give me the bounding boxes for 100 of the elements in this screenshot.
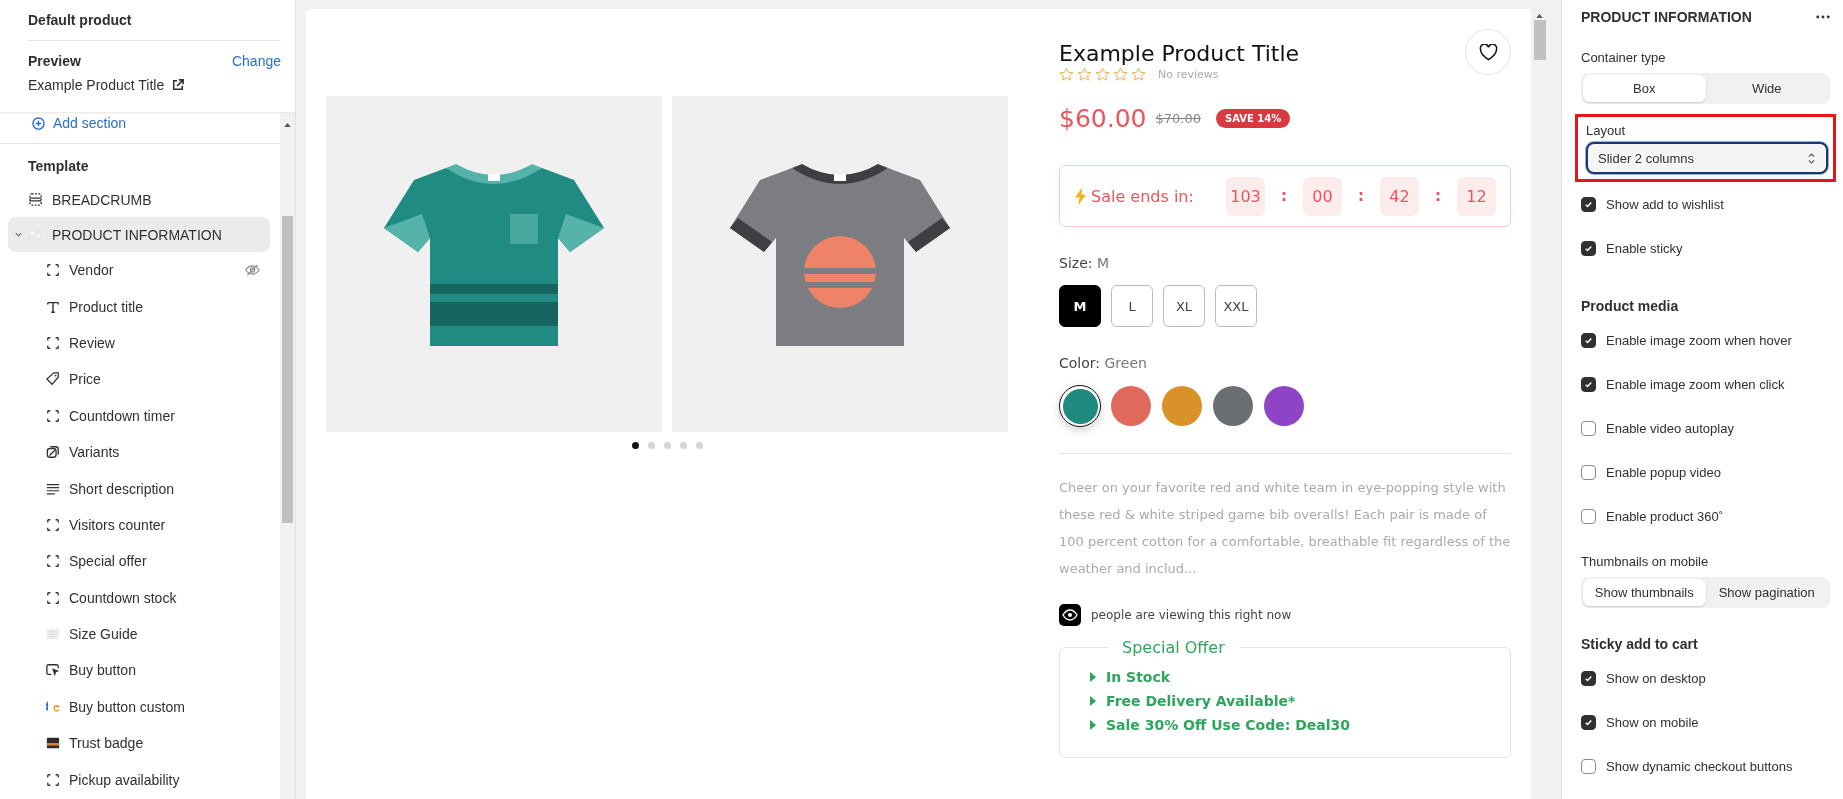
checkbox[interactable] <box>1581 670 1596 686</box>
size-label: Size: M <box>1059 255 1109 271</box>
special-offer-title: Special Offer <box>1121 638 1226 657</box>
segment-option[interactable]: Show pagination <box>1705 579 1828 606</box>
checkbox[interactable] <box>1581 508 1596 524</box>
color-label: Color: Green <box>1059 355 1147 371</box>
viewers-text: people are viewing this right now <box>1091 608 1292 622</box>
color-swatch[interactable] <box>1161 385 1203 427</box>
checkbox[interactable] <box>1581 376 1596 392</box>
block-icon <box>46 408 60 423</box>
block-item[interactable]: Price <box>8 361 270 398</box>
text-icon <box>46 299 60 314</box>
color-swatch[interactable] <box>1212 385 1254 427</box>
setting-heading: Sticky add to cart <box>1581 636 1699 652</box>
countdown-value: 42 <box>1380 176 1419 216</box>
checkbox-label: Show add to wishlist <box>1606 196 1724 212</box>
countdown-separator: : <box>1358 187 1364 205</box>
checkbox-label: Show on mobile <box>1606 714 1699 730</box>
settings-title: PRODUCT INFORMATION <box>1581 9 1752 25</box>
checkbox[interactable] <box>1581 464 1596 480</box>
block-item[interactable]: Countdown stock <box>8 579 270 616</box>
setting-label: Container type <box>1581 50 1667 65</box>
preview-product-name: Example Product Title <box>28 77 165 93</box>
scroll-up-icon[interactable] <box>1536 14 1543 18</box>
block-item[interactable]: Short description <box>8 470 270 507</box>
eye-slash-icon[interactable] <box>245 264 260 277</box>
countdown-value: 00 <box>1303 176 1342 216</box>
block-item[interactable]: Pickup availability <box>8 761 270 798</box>
offer-item: Free Delivery Available* <box>1106 693 1296 709</box>
setting-label: Layout <box>1586 123 1627 138</box>
checkbox-label: Enable image zoom when hover <box>1606 332 1792 348</box>
segment-option[interactable]: Wide <box>1705 75 1828 102</box>
logo-icon <box>46 699 60 714</box>
chevron-icon[interactable] <box>13 230 23 239</box>
heart-icon <box>1478 43 1498 61</box>
section-item[interactable]: PRODUCT INFORMATION <box>8 217 270 252</box>
size-option[interactable]: XXL <box>1215 285 1257 327</box>
more-icon[interactable] <box>1816 15 1830 19</box>
scroll-thumb[interactable] <box>282 216 293 523</box>
section-icon <box>28 192 43 207</box>
reviews-count: No reviews <box>1158 68 1219 81</box>
compare-price: $70.00 <box>1155 111 1201 126</box>
block-item[interactable]: Trust badge <box>8 725 270 762</box>
layout-select[interactable]: Slider 2 columns <box>1586 142 1828 174</box>
price-tag-icon <box>46 372 60 387</box>
checkbox-label: Enable video autoplay <box>1606 420 1734 436</box>
pagination-dot[interactable] <box>696 442 703 449</box>
pagination-dot[interactable] <box>664 442 671 449</box>
external-link-icon[interactable] <box>172 79 185 91</box>
block-item[interactable]: Special offer <box>8 543 270 580</box>
triangle-bullet-icon <box>1090 696 1096 706</box>
template-heading: Template <box>27 157 90 176</box>
block-item[interactable]: Countdown timer <box>8 397 270 434</box>
checkbox[interactable] <box>1581 420 1596 436</box>
block-item[interactable]: Vendor <box>8 252 270 289</box>
checkbox[interactable] <box>1581 196 1596 212</box>
pagination-dot[interactable] <box>680 442 687 449</box>
countdown-label: Sale ends in: <box>1091 186 1195 206</box>
block-item[interactable]: Review <box>8 324 270 362</box>
pagination-dot[interactable] <box>648 442 655 449</box>
checkbox-label: Enable image zoom when click <box>1606 376 1785 392</box>
lightning-icon <box>1075 186 1086 206</box>
scroll-thumb[interactable] <box>1534 20 1546 60</box>
checkbox[interactable] <box>1581 332 1596 348</box>
checkbox[interactable] <box>1581 714 1596 730</box>
section-item[interactable]: BREADCRUMB <box>8 182 270 217</box>
block-item[interactable]: Size Guide <box>8 615 270 653</box>
thumbnail-icon <box>46 627 60 642</box>
size-option[interactable]: XL <box>1163 285 1205 327</box>
triangle-bullet-icon <box>1090 720 1096 730</box>
scrollbar[interactable] <box>280 113 295 799</box>
countdown-value: 12 <box>1457 176 1496 216</box>
block-item[interactable]: Variants <box>8 433 270 471</box>
segment-option[interactable]: Show thumbnails <box>1583 579 1706 606</box>
size-option[interactable]: M <box>1059 285 1101 327</box>
change-link[interactable]: Change <box>231 53 281 69</box>
checkbox[interactable] <box>1581 758 1596 774</box>
checkbox[interactable] <box>1581 240 1596 256</box>
preview-label: Preview <box>28 53 81 69</box>
setting-label: Thumbnails on mobile <box>1581 554 1710 569</box>
countdown-separator: : <box>1281 187 1287 205</box>
block-item[interactable]: Visitors counter <box>8 506 270 544</box>
add-section-link[interactable]: Add section <box>53 115 127 131</box>
wishlist-button[interactable] <box>1465 29 1511 75</box>
block-item[interactable]: Buy button custom <box>8 688 270 726</box>
block-item[interactable]: Product title <box>8 288 270 325</box>
paragraph-icon <box>46 481 60 496</box>
block-icon <box>46 335 60 350</box>
size-option[interactable]: L <box>1111 285 1153 327</box>
color-swatch[interactable] <box>1110 385 1152 427</box>
countdown-separator: : <box>1435 187 1441 205</box>
pagination-dot[interactable] <box>632 442 639 449</box>
color-swatch[interactable] <box>1263 385 1305 427</box>
block-item[interactable]: Buy button <box>8 652 270 689</box>
segment-option[interactable]: Box <box>1583 75 1706 102</box>
plus-circle-icon[interactable] <box>32 116 45 130</box>
triangle-bullet-icon <box>1090 672 1096 682</box>
block-icon <box>46 772 60 787</box>
scroll-up-icon[interactable] <box>284 123 291 127</box>
block-icon <box>46 263 60 278</box>
